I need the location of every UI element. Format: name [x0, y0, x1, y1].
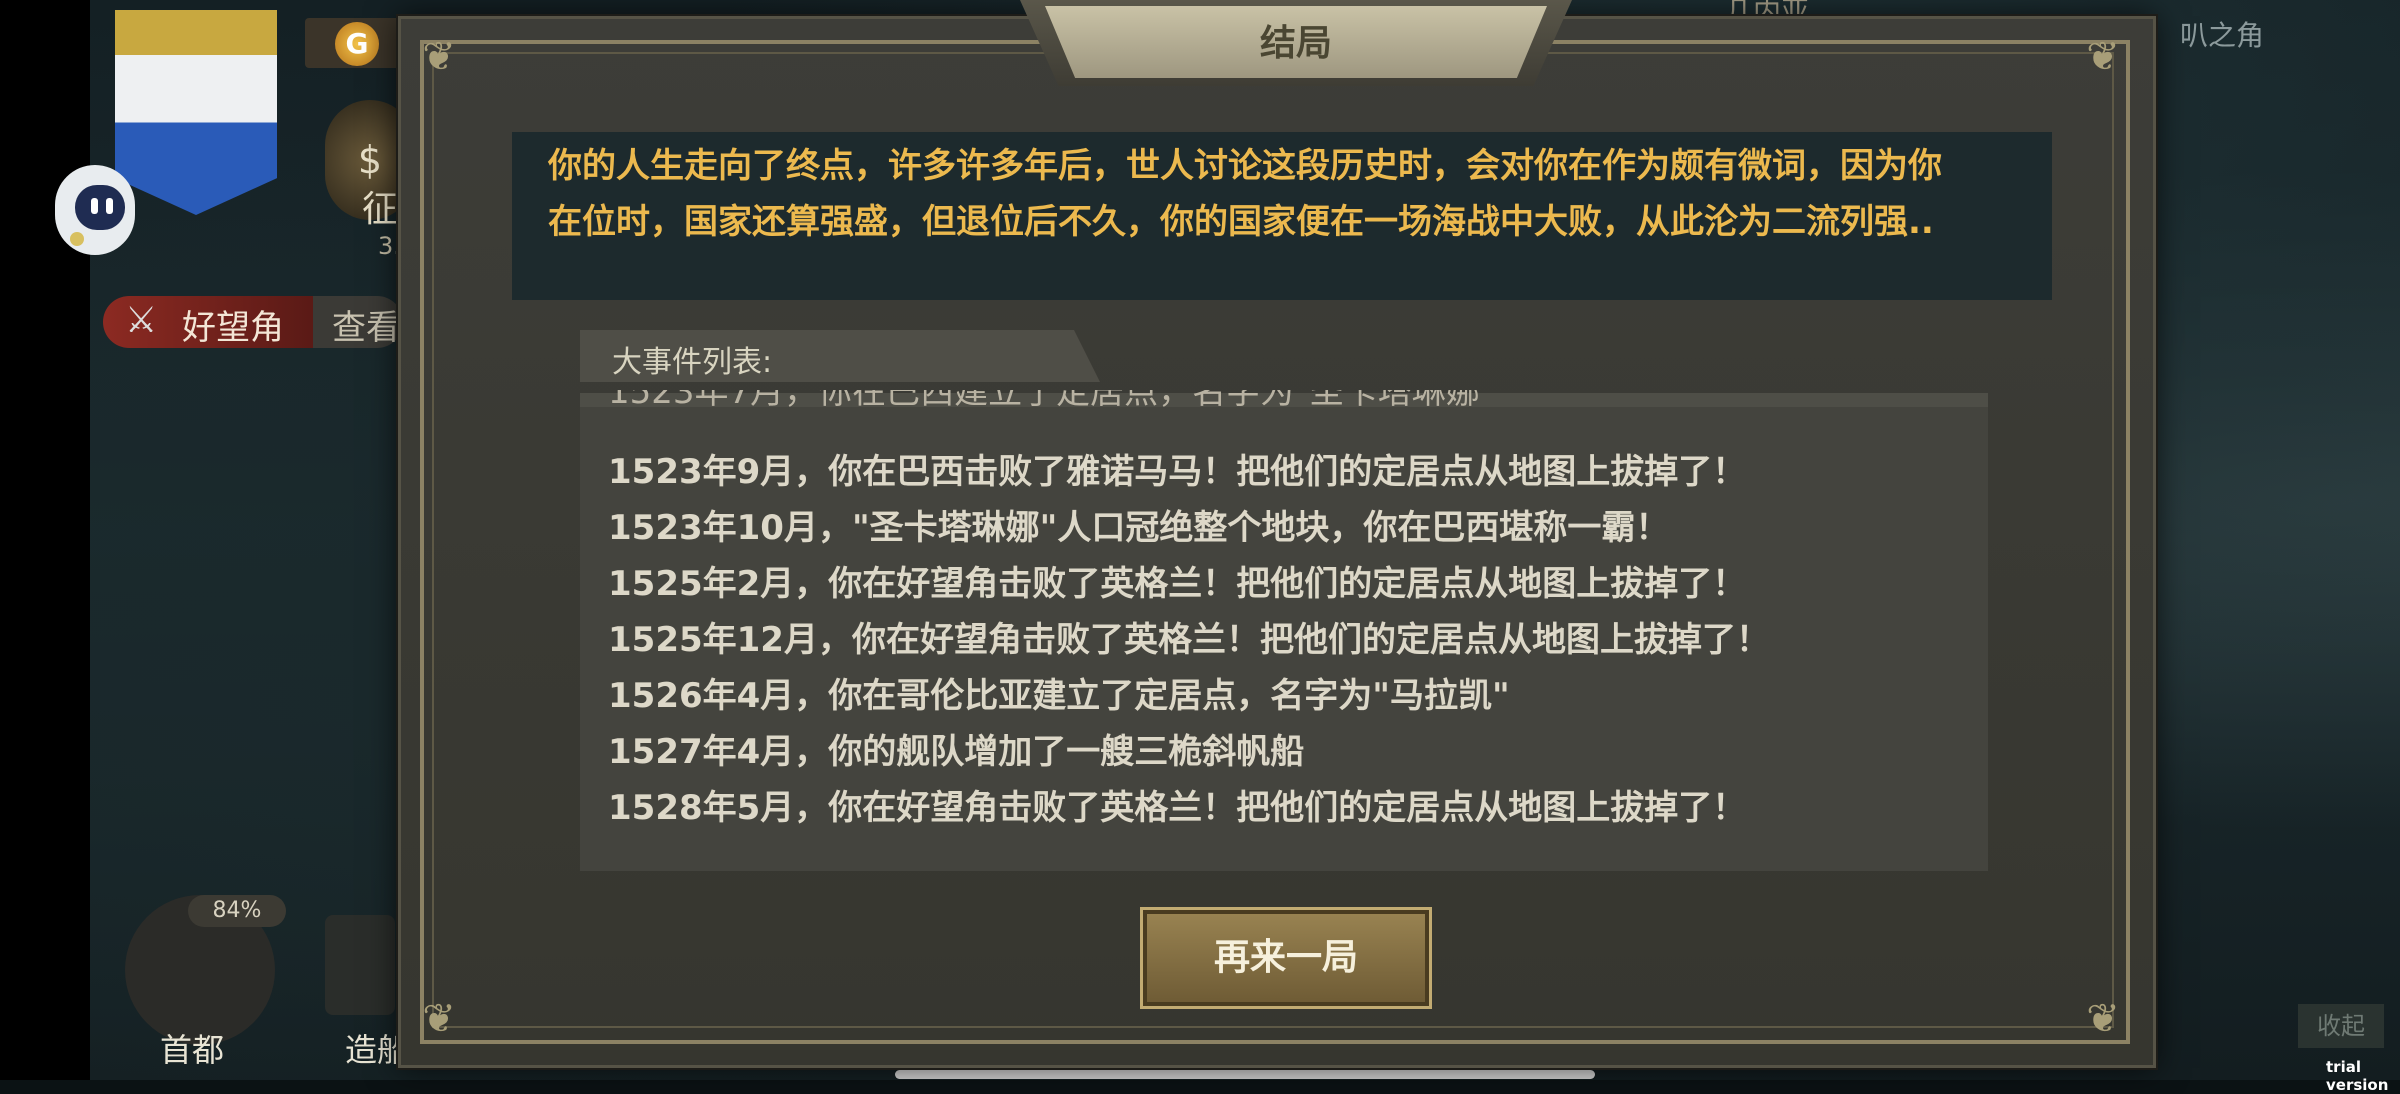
location-name: 好望角: [182, 308, 284, 348]
assistant-dot: [70, 232, 84, 246]
assistant-icon: [75, 185, 125, 230]
event-item-partial: 1523年7月，你在巴西建立了定居点，名字为"圣卡塔琳娜": [608, 390, 1808, 426]
event-item: 1527年4月，你的舰队增加了一艘三桅斜帆船: [608, 732, 1305, 772]
summary-line: 在位时，国家还算强盛，但退位后不久，你的国家便在一场海战中大败，从此沦为二流列强…: [548, 202, 1934, 242]
event-item: 1528年5月，你在好望角击败了英格兰！把他们的定居点从地图上拔掉了！: [608, 788, 1747, 828]
summary-line: 你的人生走向了终点，许多许多年后，世人讨论这段历史时，会对你在作为颇有微词，因为…: [548, 146, 1942, 186]
shipyard-icon[interactable]: [325, 915, 395, 1015]
play-again-button[interactable]: 再来一局: [1140, 907, 1432, 1009]
nation-flag[interactable]: [115, 10, 277, 215]
coin-icon: G: [335, 22, 379, 66]
home-indicator[interactable]: [895, 1070, 1595, 1079]
capital-label: 首都: [160, 1031, 225, 1069]
collapse-button[interactable]: 收起: [2298, 1004, 2384, 1048]
assistant-eye-right: [106, 198, 113, 214]
event-item: 1525年2月，你在好望角击败了英格兰！把他们的定居点从地图上拔掉了！: [608, 564, 1747, 604]
conquest-label: 征: [362, 189, 399, 230]
assistant-eye-left: [91, 198, 98, 214]
corner-ornament-icon: ❦: [2086, 996, 2120, 1042]
crossed-swords-icon: ⚔: [125, 300, 158, 341]
event-item-partial-text: 1523年7月，你在巴西建立了定居点，名字为"圣卡塔琳娜": [608, 390, 1496, 412]
corner-ornament-icon: ❦: [422, 996, 456, 1042]
events-label: 大事件列表:: [612, 345, 773, 380]
event-item: 1523年10月，"圣卡塔琳娜"人口冠绝整个地块，你在巴西堪称一霸！: [608, 508, 1670, 548]
event-item: 1525年12月，你在好望角击败了英格兰！把他们的定居点从地图上拔掉了！: [608, 620, 1770, 660]
left-black-bar: [0, 0, 90, 1080]
capital-progress-badge: 84%: [188, 895, 286, 927]
corner-ornament-icon: ❦: [422, 34, 456, 80]
laurel-symbol: $: [357, 138, 383, 182]
corner-ornament-icon: ❦: [2086, 34, 2120, 80]
map-region-label: 叭之角: [2180, 19, 2265, 52]
event-item: 1523年9月，你在巴西击败了雅诺马马！把他们的定居点从地图上拔掉了！: [608, 452, 1747, 492]
view-button[interactable]: 查看: [332, 300, 400, 349]
trial-version-label: trial version: [2326, 1058, 2389, 1094]
dialog-title: 结局: [1259, 23, 1332, 64]
event-item: 1526年4月，你在哥伦比亚建立了定居点，名字为"马拉凯": [608, 676, 1510, 716]
